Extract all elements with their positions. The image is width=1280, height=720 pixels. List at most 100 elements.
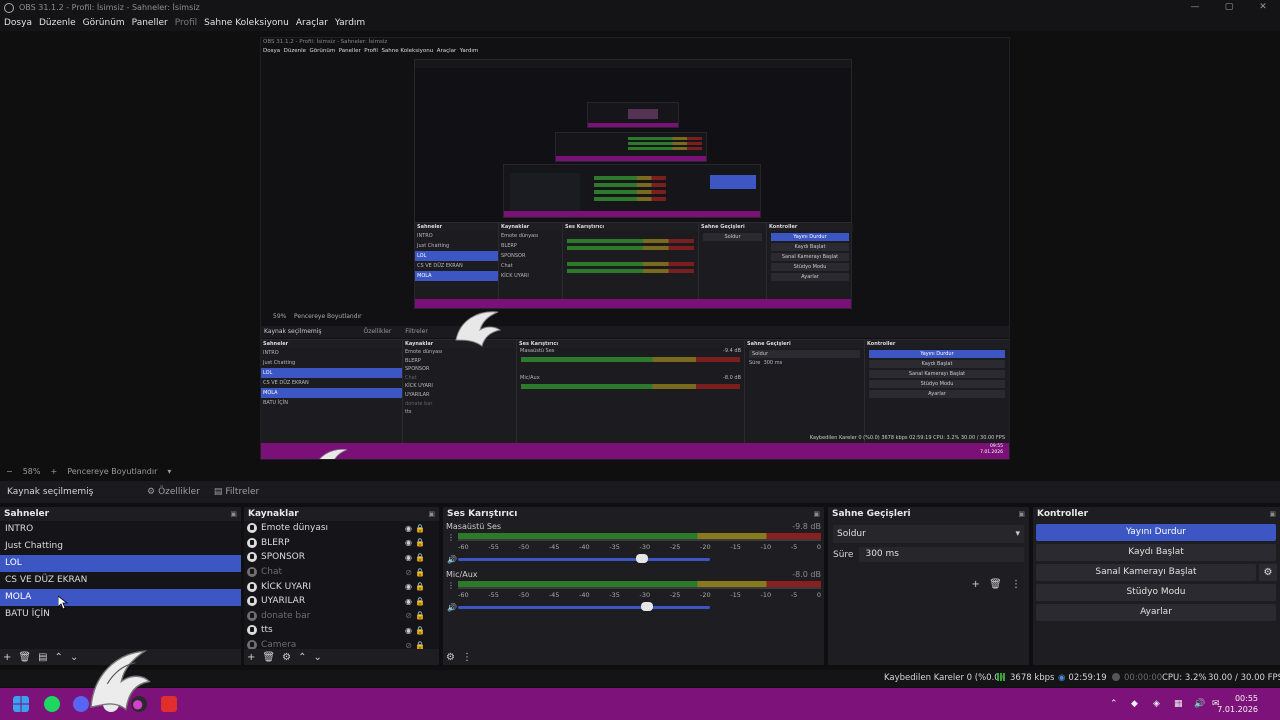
menu-edit[interactable]: Düzenle [39,18,76,28]
filter-icon[interactable]: ▤ [38,652,47,663]
menu-profile[interactable]: Profil [175,18,197,28]
studio-mode-button[interactable]: Stüdyo Modu [1036,584,1276,601]
scene-item[interactable]: BATU İÇİN [0,606,241,623]
dock-menu-icon[interactable]: ▣ [230,510,237,518]
start-virtual-camera-button[interactable]: Sanal Kamerayı Başlat ⚙ [1036,564,1277,581]
dock-menu-icon[interactable]: ▣ [428,510,435,518]
source-item[interactable]: BLERP ◉ 🔒 [244,536,439,551]
add-icon[interactable]: + [247,652,255,663]
menu-docks[interactable]: Paneller [132,18,168,28]
record-time-value: 00:00:00 [1124,673,1163,683]
source-item[interactable]: UYARILAR ◉ 🔒 [244,594,439,609]
lock-icon[interactable]: 🔒 [415,553,425,562]
scene-item[interactable]: MOLA [0,589,241,606]
trash-icon[interactable]: 🗑 [18,652,31,663]
menu-help[interactable]: Yardım [335,18,365,28]
kebab-menu-icon[interactable]: ⋮ [1011,579,1021,590]
volume-fader[interactable] [458,558,710,561]
scene-item[interactable]: INTRO [0,521,241,538]
duration-input[interactable]: 300 ms [859,547,1024,562]
lock-icon[interactable]: 🔒 [415,626,425,635]
menu-tools[interactable]: Araçlar [296,18,328,28]
chevron-down-icon[interactable]: ▾ [167,467,171,476]
eye-off-icon[interactable]: ⊘ [405,611,412,620]
eye-icon[interactable]: ◉ [405,597,412,606]
gear-icon[interactable]: ⚙ [1259,564,1277,581]
source-item[interactable]: Chat ⊘ 🔒 [244,565,439,580]
eye-icon[interactable]: ◉ [405,553,412,562]
lock-icon[interactable]: 🔒 [415,538,425,547]
trash-icon[interactable]: 🗑 [989,579,1002,590]
menu-scene-collection[interactable]: Sahne Koleksiyonu [204,18,289,28]
dock-menu-icon[interactable]: ▣ [1018,510,1025,518]
spotify-icon[interactable] [44,696,60,712]
eye-icon[interactable]: ◉ [405,524,412,533]
nested-scene: CS VE DÜZ EKRAN [263,380,309,386]
dock-menu-icon[interactable]: ▣ [813,510,820,518]
gear-icon[interactable]: ⚙ [446,652,455,663]
zoom-in-button[interactable]: + [50,467,57,476]
eye-icon[interactable]: ◉ [405,582,412,591]
clock[interactable]: 00:55 7.01.2026 [1217,693,1258,715]
scale-tick: -15 [730,543,741,551]
channel-menu-icon[interactable]: ⋮ [447,533,455,542]
red-app-icon[interactable] [161,696,177,712]
scene-item[interactable]: LOL [0,555,241,572]
channel-menu-icon[interactable]: ⋮ [447,581,455,590]
mixer-title: Ses Karıştırıcı [447,508,518,519]
chevron-up-icon[interactable]: ⌃ [298,652,306,663]
source-item[interactable]: KİCK UYARI ◉ 🔒 [244,579,439,594]
lock-icon[interactable]: 🔒 [415,568,425,577]
maximize-button[interactable]: ▢ [1212,0,1246,15]
lock-icon[interactable]: 🔒 [415,582,425,591]
nested-source-label: Kaynak seçilmemiş [264,328,322,335]
nested-source: KİCK UYARI [405,383,433,390]
chevron-down-icon[interactable]: ⌄ [70,652,78,663]
settings-button[interactable]: Ayarlar [1036,604,1276,621]
eye-off-icon[interactable]: ⊘ [405,568,412,577]
tray-icon-2[interactable]: ◈ [1153,688,1160,720]
lock-icon[interactable]: 🔒 [415,611,425,620]
filters-button[interactable]: ▤ Filtreler [214,487,259,497]
chevron-down-icon[interactable]: ⌄ [313,652,321,663]
volume-fader-knob[interactable] [641,602,653,611]
transition-select[interactable]: Soldur [833,525,1024,543]
minimize-button[interactable]: — [1178,0,1212,15]
volume-fader[interactable] [458,606,710,609]
kebab-menu-icon[interactable]: ⋮ [462,652,472,663]
source-item[interactable]: tts ◉ 🔒 [244,623,439,638]
gear-icon[interactable]: ⚙ [282,652,291,663]
speaker-icon[interactable]: 🔊 [1194,688,1205,720]
close-button[interactable]: ✕ [1246,0,1280,15]
zoom-mode-label[interactable]: Pencereye Boyutlandır [67,467,157,476]
bitrate: 3678 kbps [997,670,1054,687]
lock-icon[interactable]: 🔒 [415,597,425,606]
chevron-up-icon[interactable]: ⌃ [55,652,63,663]
start-recording-button[interactable]: Kaydı Başlat [1036,544,1276,561]
properties-button[interactable]: ⚙ Özellikler [147,487,200,497]
speaker-icon[interactable]: 🔊 [447,603,457,612]
tray-icon-1[interactable]: ◆ [1131,688,1138,720]
stop-streaming-button[interactable]: Yayını Durdur [1036,524,1276,541]
volume-fader-knob[interactable] [635,554,648,563]
scene-item[interactable]: Just Chatting [0,538,241,555]
zoom-out-button[interactable]: − [6,467,13,476]
menu-view[interactable]: Görünüm [83,18,125,28]
source-item[interactable]: donate bar ⊘ 🔒 [244,609,439,624]
scene-item[interactable]: CS VE DÜZ EKRAN [0,572,241,589]
eye-icon[interactable]: ◉ [405,626,412,635]
windows-start-icon[interactable] [13,696,29,712]
speaker-icon[interactable]: 🔊 [447,555,457,564]
chevron-up-icon[interactable]: ⌃ [1110,688,1118,720]
network-icon[interactable]: ▦ [1174,688,1183,720]
dock-menu-icon[interactable]: ▣ [1269,510,1276,518]
stream-preview[interactable]: OBS 31.1.2 - Profil: İsimsiz - Sahneler:… [260,37,1010,460]
source-item[interactable]: SPONSOR ◉ 🔒 [244,550,439,565]
add-icon[interactable]: + [3,652,11,663]
trash-icon[interactable]: 🗑 [262,652,275,663]
lock-icon[interactable]: 🔒 [415,524,425,533]
eye-icon[interactable]: ◉ [405,538,412,547]
source-item[interactable]: Emote dünyası ◉ 🔒 [244,521,439,536]
menu-file[interactable]: Dosya [4,18,32,28]
add-icon[interactable]: + [972,579,980,590]
